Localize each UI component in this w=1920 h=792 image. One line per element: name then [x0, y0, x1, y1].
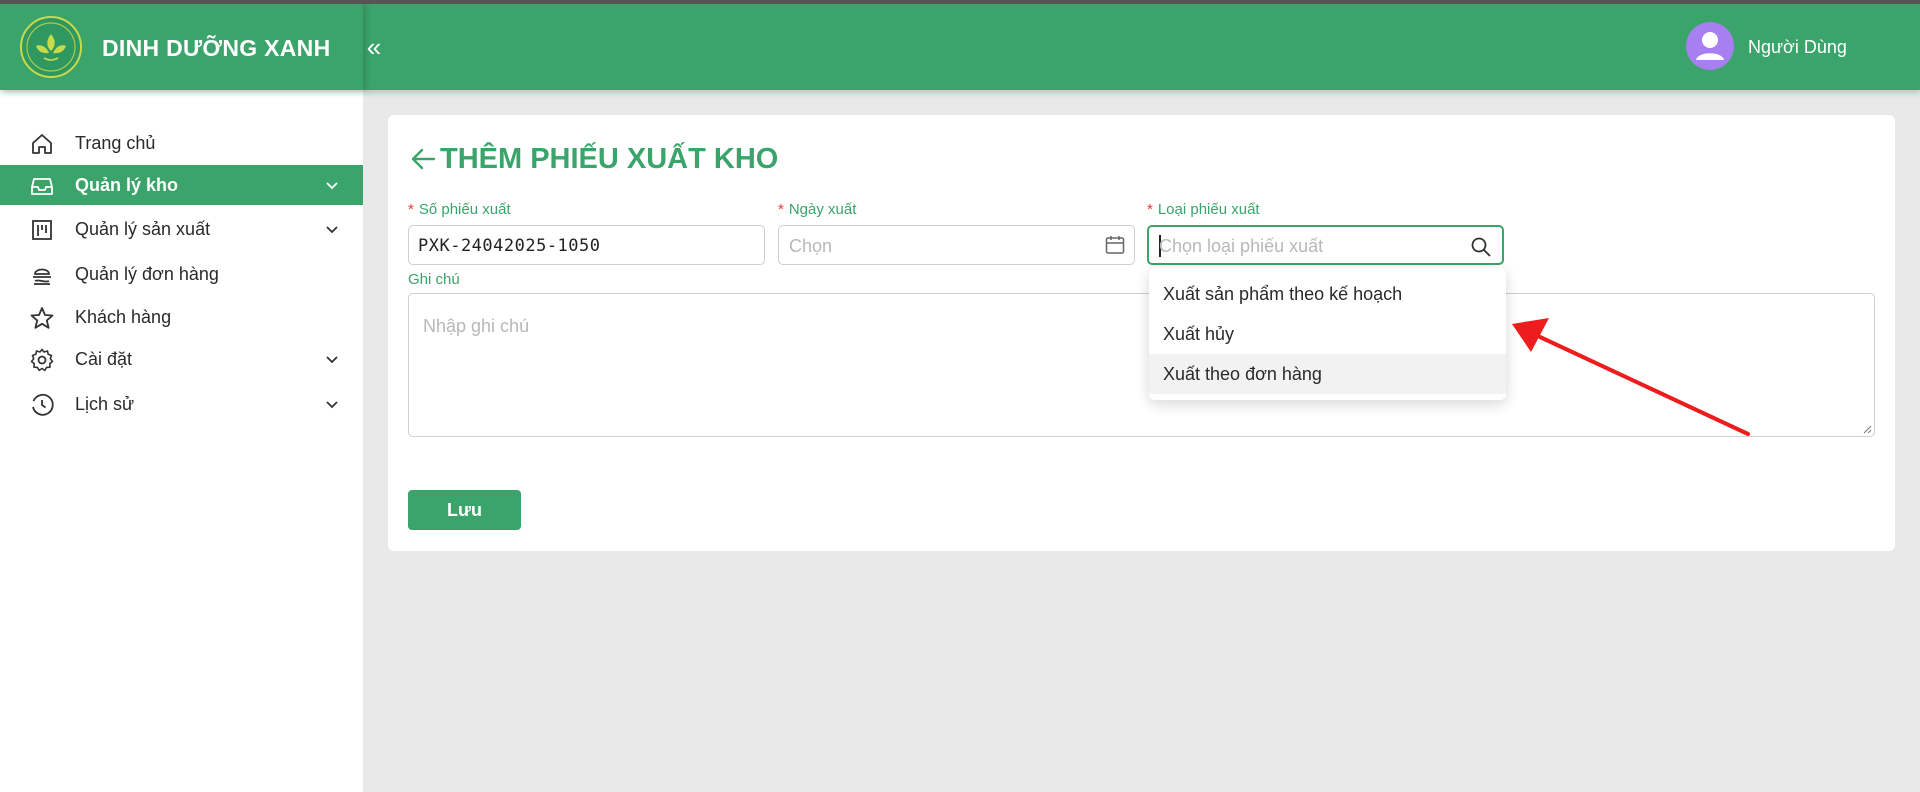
top-header: DINH DƯỠNG XANH « Người Dùng	[0, 4, 1920, 90]
chevron-down-icon	[326, 182, 338, 190]
resize-grip-icon[interactable]	[1862, 424, 1872, 434]
save-button[interactable]: Lưu	[408, 490, 521, 530]
sidebar-item-orders[interactable]: Quản lý đơn hàng	[0, 254, 363, 294]
search-icon[interactable]	[1470, 236, 1492, 258]
sidebar-item-label: Quản lý đơn hàng	[75, 264, 219, 284]
inbox-icon	[31, 178, 53, 195]
sidebar-item-customers[interactable]: Khách hàng	[0, 297, 363, 337]
star-icon	[30, 307, 54, 329]
sidebar-item-label: Lịch sử	[75, 394, 135, 414]
sidebar-item-home[interactable]: Trang chủ	[0, 123, 363, 163]
required-marker: *	[1147, 201, 1153, 218]
user-name[interactable]: Người Dùng	[1748, 37, 1847, 58]
sidebar-item-label: Khách hàng	[75, 307, 172, 327]
export-date-picker[interactable]: Chọn	[778, 225, 1135, 265]
page-title-text: THÊM PHIẾU XUẤT KHO	[440, 142, 779, 175]
sidebar-item-warehouse[interactable]: Quản lý kho	[0, 165, 363, 205]
note-label: Ghi chú	[408, 271, 460, 288]
order-icon	[33, 268, 51, 285]
brand-area: DINH DƯỠNG XANH	[0, 4, 363, 90]
sidebar-item-settings[interactable]: Cài đặt	[0, 339, 363, 379]
export-type-dropdown: Xuất sản phẩm theo kế hoạch Xuất hủy Xuấ…	[1149, 268, 1506, 400]
chevron-down-icon	[326, 356, 338, 364]
sidebar-item-production[interactable]: Quản lý sản xuất	[0, 209, 363, 249]
required-marker: *	[408, 201, 414, 218]
dropdown-option-order-export[interactable]: Xuất theo đơn hàng	[1149, 354, 1506, 394]
home-icon	[32, 134, 52, 154]
export-type-label: * Loại phiếu xuất	[1147, 201, 1260, 218]
note-textarea[interactable]: Nhập ghi chú	[408, 293, 1875, 437]
user-avatar-icon[interactable]	[1686, 22, 1734, 70]
required-marker: *	[778, 201, 784, 218]
note-placeholder: Nhập ghi chú	[423, 316, 530, 336]
receipt-number-input[interactable]: PXK-24042025-1050	[408, 225, 765, 265]
sidebar: Trang chủ Quản lý kho Quản lý sản xuất Q…	[0, 90, 363, 792]
sidebar-item-label: Trang chủ	[75, 133, 156, 153]
history-icon	[32, 393, 54, 416]
sidebar-item-label: Quản lý sản xuất	[75, 219, 211, 239]
sidebar-item-history[interactable]: Lịch sử	[0, 384, 363, 424]
leaf-logo-icon	[20, 16, 82, 78]
brand-name: DINH DƯỠNG XANH	[102, 35, 331, 61]
chevron-down-icon	[326, 226, 338, 234]
calendar-icon[interactable]	[1104, 234, 1126, 256]
dropdown-option-planned-export[interactable]: Xuất sản phẩm theo kế hoạch	[1149, 274, 1506, 314]
receipt-number-label: * Số phiếu xuất	[408, 201, 511, 218]
window-top-border	[0, 0, 1920, 4]
form-card: THÊM PHIẾU XUẤT KHO * Số phiếu xuất PXK-2…	[388, 115, 1895, 551]
export-date-label: * Ngày xuất	[778, 201, 857, 218]
back-arrow-icon[interactable]	[408, 144, 438, 174]
receipt-number-value: PXK-24042025-1050	[418, 236, 601, 256]
export-type-placeholder: Chọn loại phiếu xuất	[1159, 236, 1324, 256]
gear-icon	[30, 348, 54, 372]
export-type-select[interactable]: Chọn loại phiếu xuất	[1147, 225, 1504, 265]
sidebar-item-label: Quản lý kho	[75, 175, 179, 195]
export-date-placeholder: Chọn	[789, 236, 833, 256]
chevron-down-icon	[326, 401, 338, 409]
dropdown-option-cancel-export[interactable]: Xuất hủy	[1149, 314, 1506, 354]
production-icon	[32, 220, 52, 240]
sidebar-item-label: Cài đặt	[75, 349, 133, 369]
sidebar-collapse-button[interactable]: «	[363, 32, 385, 62]
page-title: THÊM PHIẾU XUẤT KHO	[408, 141, 778, 177]
